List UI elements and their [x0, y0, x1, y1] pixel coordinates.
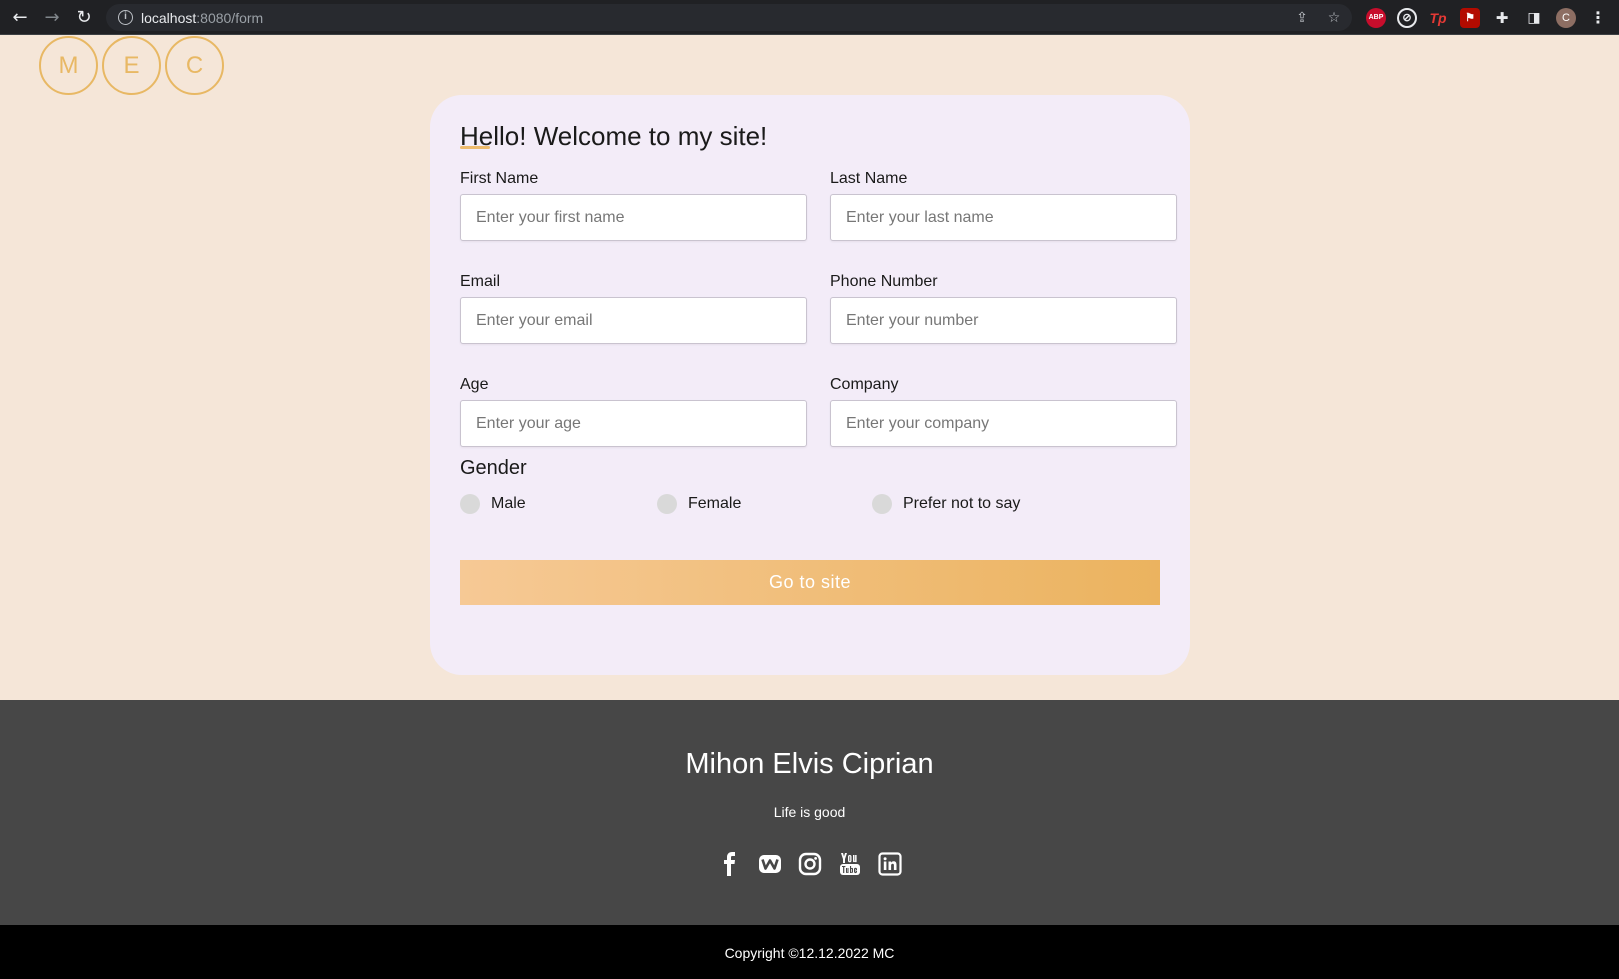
url-text[interactable]: localhost:8080/form	[141, 10, 263, 26]
logo-letter-m: M	[39, 36, 98, 95]
site-logo[interactable]: M E C	[39, 36, 224, 95]
first-name-input[interactable]	[460, 194, 807, 241]
star-bookmark-icon[interactable]: ☆	[1324, 8, 1344, 28]
footer: Mihon Elvis Ciprian Life is good	[0, 700, 1619, 925]
copyright-bar: Copyright ©12.12.2022 MC	[0, 925, 1619, 979]
site-info-icon[interactable]: i	[118, 10, 133, 25]
first-name-field: First Name	[460, 169, 807, 241]
radio-button[interactable]	[657, 494, 677, 514]
forward-arrow-icon[interactable]: →	[40, 6, 64, 30]
company-field: Company	[830, 375, 1177, 447]
title-underline	[460, 146, 490, 149]
phone-field: Phone Number	[830, 272, 1177, 344]
webnode-icon[interactable]	[758, 851, 782, 877]
logo-letter-c: C	[165, 36, 224, 95]
last-name-input[interactable]	[830, 194, 1177, 241]
url-path: :8080/form	[196, 10, 264, 26]
email-input[interactable]	[460, 297, 807, 344]
phone-label: Phone Number	[830, 273, 938, 290]
reload-icon[interactable]: ↻	[72, 6, 96, 30]
adblock-extension-icon[interactable]: ABP	[1366, 8, 1386, 28]
social-links	[0, 851, 1619, 877]
form-title: Hello! Welcome to my site!	[460, 121, 768, 151]
share-icon[interactable]: ⇪	[1292, 8, 1312, 28]
last-name-label: Last Name	[830, 170, 908, 187]
last-name-field: Last Name	[830, 169, 1177, 241]
profile-avatar[interactable]: C	[1556, 8, 1576, 28]
radio-button[interactable]	[460, 494, 480, 514]
footer-name: Mihon Elvis Ciprian	[685, 748, 934, 780]
instagram-icon[interactable]	[798, 851, 822, 877]
pdf-extension-icon[interactable]: ⚑	[1460, 8, 1480, 28]
logo-letter-e: E	[102, 36, 161, 95]
gender-heading: Gender	[460, 457, 527, 479]
browser-toolbar: ← → ↻ i localhost:8080/form ⇪ ☆ ABP ⊘ Tp…	[0, 0, 1619, 35]
facebook-icon[interactable]	[718, 851, 742, 877]
extensions-puzzle-icon[interactable]: ✚	[1492, 8, 1512, 28]
age-input[interactable]	[460, 400, 807, 447]
footer-tagline: Life is good	[773, 804, 846, 820]
company-label: Company	[830, 376, 899, 393]
age-field: Age	[460, 375, 807, 447]
gender-option-female[interactable]: Female	[657, 494, 741, 514]
email-label: Email	[460, 273, 501, 290]
first-name-label: First Name	[460, 170, 539, 187]
age-label: Age	[460, 376, 489, 393]
side-panel-icon[interactable]: ◨	[1524, 8, 1544, 28]
youtube-icon[interactable]	[838, 851, 862, 877]
radio-button[interactable]	[872, 494, 892, 514]
company-input[interactable]	[830, 400, 1177, 447]
go-to-site-button[interactable]: Go to site	[460, 560, 1160, 605]
tp-extension-icon[interactable]: Tp	[1428, 8, 1448, 28]
signup-form-card: Hello! Welcome to my site! First Name La…	[430, 95, 1190, 675]
linkedin-icon[interactable]	[877, 851, 902, 877]
url-host: localhost	[141, 10, 197, 26]
copyright-text: Copyright ©12.12.2022 MC	[724, 945, 895, 961]
gender-option-prefer-not[interactable]: Prefer not to say	[872, 494, 1020, 514]
radio-label[interactable]: Male	[491, 495, 526, 513]
block-extension-icon[interactable]: ⊘	[1397, 8, 1417, 28]
email-field: Email	[460, 272, 807, 344]
phone-input[interactable]	[830, 297, 1177, 344]
gender-option-male[interactable]: Male	[460, 494, 526, 514]
address-bar[interactable]: i localhost:8080/form ⇪ ☆	[106, 4, 1352, 31]
browser-menu-icon[interactable]: ⋮	[1588, 8, 1608, 28]
back-arrow-icon[interactable]: ←	[8, 6, 32, 30]
radio-label[interactable]: Female	[688, 495, 741, 513]
radio-label[interactable]: Prefer not to say	[903, 495, 1020, 513]
